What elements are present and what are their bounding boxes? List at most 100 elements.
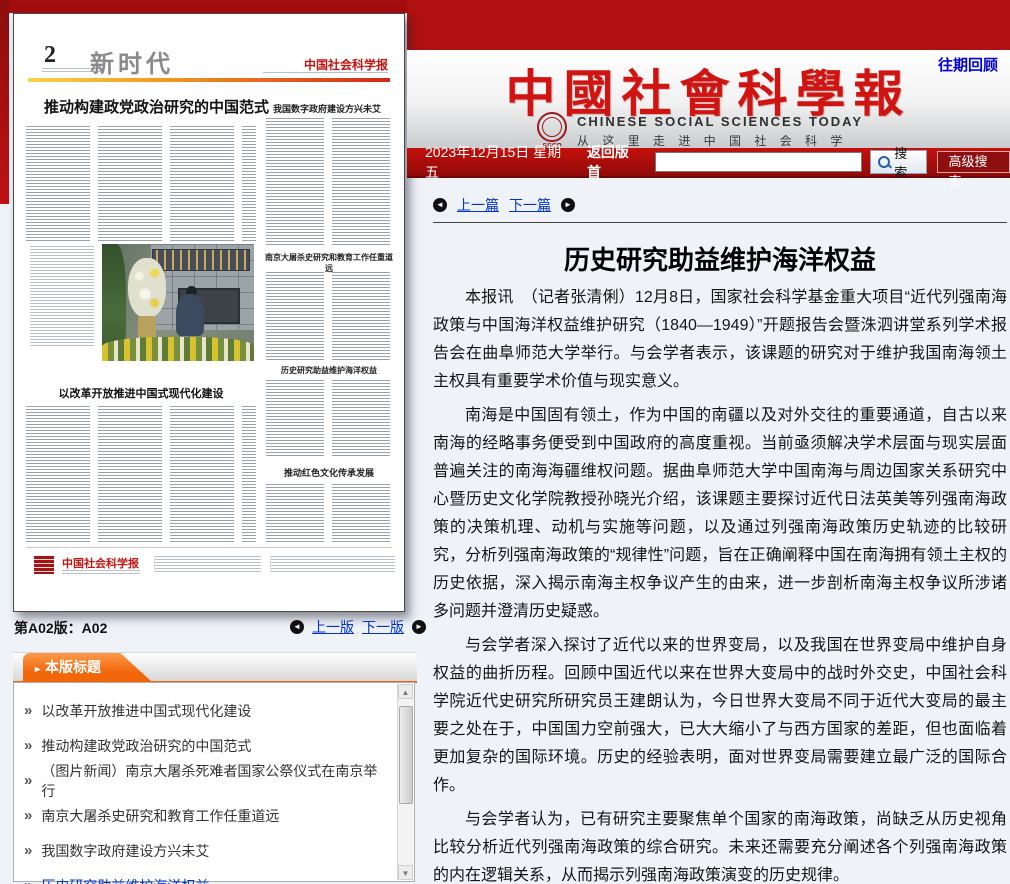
thumb-headline-main: 推动构建政党政治研究的中国范式 xyxy=(44,96,272,117)
thumb-masthead: 中国社会科学报 xyxy=(304,56,388,73)
scroll-up-icon[interactable]: ▲ xyxy=(398,684,413,699)
masthead-logo-row: SSCP CHINESE SOCIAL SCIENCES TODAY 从 这 里… xyxy=(537,112,863,150)
greeked-text xyxy=(242,406,256,544)
masthead-subtitle-en: CHINESE SOCIAL SCIENCES TODAY xyxy=(577,114,863,129)
greeked-text xyxy=(170,126,234,242)
double-arrow-icon: » xyxy=(24,703,32,718)
next-page-icon[interactable]: ► xyxy=(412,620,426,634)
sscp-seal-icon xyxy=(537,112,567,142)
article-paragraph: 本报讯 （记者张清俐）12月8日，国家社会科学基金重大项目“近代列强南海政策与中… xyxy=(433,284,1007,396)
list-item[interactable]: » 以改革开放推进中国式现代化建设 xyxy=(24,693,390,728)
double-arrow-icon: » xyxy=(24,738,32,753)
panel-scrollbar[interactable]: ▲ ▼ xyxy=(397,684,413,880)
panel-tab: ▸ 本版标题 xyxy=(23,653,151,681)
thumb-headline-history: 历史研究助益维护海洋权益 xyxy=(266,365,392,376)
page-label: 第A02版：A02 xyxy=(14,618,107,638)
search-input[interactable] xyxy=(655,152,861,172)
page-root: 2 新时代 中国社会科学报 推动构建政党政治研究的中国范式 我国数字政府建设方兴… xyxy=(0,0,1010,884)
article-title: 历史研究助益维护海洋权益 xyxy=(433,240,1007,277)
date-bar: 2023年12月15日 星期五 返回版首 搜索 高级搜索 xyxy=(407,148,1010,178)
scrollbar-thumb[interactable] xyxy=(399,706,413,804)
thumb-masthead-contact-greek xyxy=(263,72,388,75)
double-arrow-icon: » xyxy=(24,808,32,823)
greeked-text xyxy=(98,406,162,544)
masthead-banner: 中國社會科學報 SSCP CHINESE SOCIAL SCIENCES TOD… xyxy=(407,50,1010,148)
prev-page-link[interactable]: 上一版 xyxy=(312,617,354,637)
thumb-footer-url-greek xyxy=(62,570,140,574)
thumb-page-number: 2 xyxy=(44,42,56,69)
greeked-text xyxy=(266,484,324,544)
newspaper-page-preview[interactable]: 2 新时代 中国社会科学报 推动构建政党政治研究的中国范式 我国数字政府建设方兴… xyxy=(13,13,405,612)
greeked-text xyxy=(266,118,324,246)
archive-link[interactable]: 往期回顾 xyxy=(938,54,998,75)
flower-wreath xyxy=(128,258,166,318)
greeked-text xyxy=(270,556,395,572)
thumb-footer-brand: 中国社会科学报 xyxy=(62,555,139,571)
greeked-text xyxy=(332,272,390,360)
thumb-footer: 中国社会科学报 xyxy=(26,547,392,588)
double-arrow-icon: » xyxy=(24,843,32,858)
newspaper-page-image: 2 新时代 中国社会科学报 推动构建政党政治研究的中国范式 我国数字政府建设方兴… xyxy=(14,14,404,611)
date-text: 2023年12月15日 星期五 xyxy=(425,142,571,182)
person-figure xyxy=(176,294,204,336)
greeked-text xyxy=(332,118,390,246)
greeked-text xyxy=(242,126,256,242)
greeked-text xyxy=(26,406,90,544)
article-paragraph: 与会学者深入探讨了近代以来的世界变局，以及我国在世界变局中维护自身权益的曲折历程… xyxy=(433,632,1007,800)
thumb-section-title: 新时代 xyxy=(90,44,174,79)
list-item[interactable]: » （图片新闻）南京大屠杀死难者国家公祭仪式在南京举行 xyxy=(24,763,390,798)
photo-caption-greek xyxy=(30,246,94,346)
prev-page-icon[interactable]: ◄ xyxy=(290,620,304,634)
advanced-search-button[interactable]: 高级搜索 xyxy=(937,151,1010,173)
double-arrow-icon: » xyxy=(24,878,32,884)
greeked-text xyxy=(266,380,324,458)
panel-title: 本版标题 xyxy=(45,659,101,675)
memorial-photo xyxy=(102,244,254,361)
flower-bed xyxy=(102,337,254,361)
article-divider xyxy=(433,222,1007,223)
next-page-link[interactable]: 下一版 xyxy=(362,617,404,637)
thumb-headline-reform: 以改革开放推进中国式现代化建设 xyxy=(26,385,256,401)
greeked-text xyxy=(98,126,162,242)
search-button-label: 搜索 xyxy=(894,143,919,181)
next-article-icon[interactable]: ► xyxy=(561,198,575,212)
article-paragraph: 与会学者认为，已有研究主要聚焦单个国家的南海政策，尚缺乏从历史视角比较分析近代列… xyxy=(433,806,1007,884)
headline-link[interactable]: 南京大屠杀史研究和教育工作任重道远 xyxy=(41,806,279,826)
greeked-text xyxy=(332,380,390,458)
thumb-headline-digital-gov: 我国数字政府建设方兴未艾 xyxy=(266,102,388,115)
back-to-front-link[interactable]: 返回版首 xyxy=(587,142,641,182)
greeked-text xyxy=(332,484,390,544)
list-item-current[interactable]: » 历史研究助益维护海洋权益 xyxy=(24,868,390,884)
list-item[interactable]: » 我国数字政府建设方兴未艾 xyxy=(24,833,390,868)
list-item[interactable]: » 南京大屠杀史研究和教育工作任重道远 xyxy=(24,798,390,833)
headlines-panel: ▸本版标题 »以改革开放推进中国式现代化建设 »推动构建政党政治研究的中国范式 … xyxy=(13,652,417,884)
scroll-down-icon[interactable]: ▼ xyxy=(398,865,413,880)
greeked-text xyxy=(154,556,261,572)
article-paragraph: 南海是中国固有领土，作为中国的南疆以及对外交往的重要通道，自古以来南海的经略事务… xyxy=(433,402,1007,626)
thumb-headline-nanjing: 南京大屠杀史研究和教育工作任重道远 xyxy=(264,252,394,274)
greeked-text xyxy=(170,406,234,544)
page-nav-bar: 第A02版：A02 ◄ 上一版 下一版 ► xyxy=(14,617,426,637)
headline-link-current[interactable]: 历史研究助益维护海洋权益 xyxy=(41,876,209,884)
article-body: 本报讯 （记者张清俐）12月8日，国家社会科学基金重大项目“近代列强南海政策与中… xyxy=(433,284,1007,884)
double-arrow-icon: » xyxy=(24,773,32,788)
list-item[interactable]: » 推动构建政党政治研究的中国范式 xyxy=(24,728,390,763)
article-nav: ◄ 上一篇 下一篇 ► xyxy=(433,195,575,215)
subscribe-stamp-icon xyxy=(34,556,54,574)
headline-link[interactable]: 推动构建政党政治研究的中国范式 xyxy=(41,736,251,756)
headline-link[interactable]: 我国数字政府建设方兴未艾 xyxy=(41,841,209,861)
headline-link[interactable]: （图片新闻）南京大屠杀死难者国家公祭仪式在南京举行 xyxy=(41,761,390,801)
tab-arrow-icon: ▸ xyxy=(35,664,40,675)
memorial-inscription xyxy=(152,249,250,271)
thumb-gradient-rule xyxy=(28,78,390,82)
greeked-text xyxy=(26,126,90,242)
greeked-text xyxy=(266,272,324,360)
search-icon xyxy=(878,156,891,169)
next-article-link[interactable]: 下一篇 xyxy=(509,195,551,215)
prev-article-icon[interactable]: ◄ xyxy=(433,198,447,212)
left-red-accent xyxy=(0,0,9,204)
prev-article-link[interactable]: 上一篇 xyxy=(457,195,499,215)
search-button[interactable]: 搜索 xyxy=(870,150,928,174)
headline-link[interactable]: 以改革开放推进中国式现代化建设 xyxy=(41,701,251,721)
panel-header-bar: ▸ 本版标题 xyxy=(13,652,417,683)
